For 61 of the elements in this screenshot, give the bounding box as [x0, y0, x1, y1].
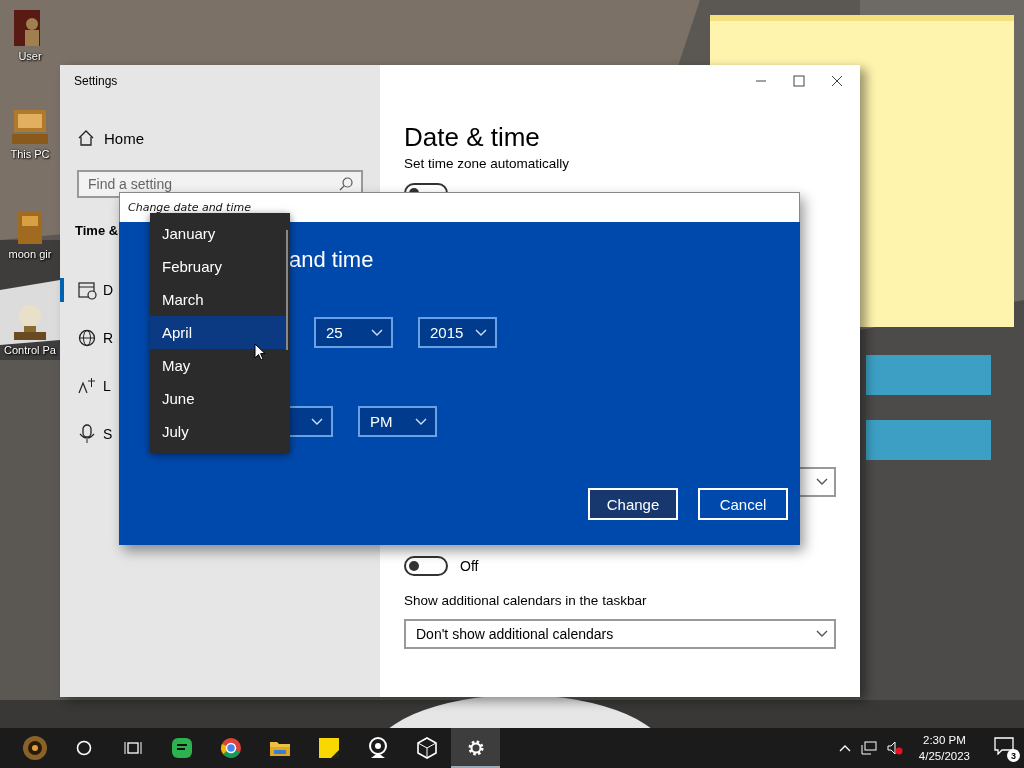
- chevron-down-icon: [816, 630, 828, 638]
- home-icon: [77, 129, 95, 147]
- month-option[interactable]: April: [150, 316, 286, 349]
- dropdown[interactable]: 25: [314, 317, 393, 348]
- globe-icon: [77, 328, 97, 348]
- chevron-down-icon: [371, 328, 383, 337]
- month-option[interactable]: July: [150, 415, 286, 448]
- icon-label: Control Pa: [4, 344, 56, 356]
- page-title: Date & time: [404, 121, 541, 153]
- nav-item[interactable]: S: [103, 426, 113, 442]
- setting-label: Set time zone automatically: [404, 156, 571, 172]
- browser-icon: [219, 737, 242, 759]
- window-title: Settings: [73, 73, 119, 88]
- webcam-icon: [366, 737, 389, 759]
- cube-icon: [415, 737, 438, 759]
- maximize-icon[interactable]: [793, 75, 805, 87]
- icon-label: This PC: [10, 148, 50, 160]
- start-icon: [21, 735, 48, 761]
- month-option[interactable]: January: [150, 217, 286, 250]
- taskbar-button[interactable]: [451, 728, 500, 768]
- change-button[interactable]: Change: [588, 488, 678, 520]
- chevron-down-icon: [311, 417, 323, 426]
- scrollbar-thumb[interactable]: [286, 230, 288, 350]
- microphone-icon: [77, 424, 97, 444]
- chevron-up-icon[interactable]: [838, 744, 851, 752]
- note-icon: [317, 737, 340, 759]
- icon-label: moon gir: [8, 248, 52, 260]
- dropdown[interactable]: 2015: [418, 317, 497, 348]
- dialog-title: Change date and time: [128, 201, 251, 214]
- message-icon: [994, 737, 1014, 755]
- dialog-heading: and time: [289, 246, 374, 274]
- chevron-down-icon: [475, 328, 487, 337]
- nav-item[interactable]: D: [103, 282, 114, 298]
- icon-label: User: [18, 50, 42, 62]
- nav-item[interactable]: R: [103, 330, 114, 346]
- home-link[interactable]: Home: [60, 126, 380, 150]
- section-heading: Time &: [75, 222, 119, 240]
- taskbar-clock[interactable]: 2:30 PM 4/25/2023: [912, 732, 984, 764]
- chat-icon: [170, 737, 193, 759]
- chevron-down-icon: [816, 478, 828, 486]
- month-option[interactable]: February: [150, 250, 286, 283]
- muted-speaker-icon[interactable]: [886, 741, 903, 755]
- setting-label: Show additional calendars in the taskbar: [404, 593, 648, 609]
- dropdown[interactable]: PM: [358, 406, 437, 437]
- month-option[interactable]: May: [150, 349, 286, 382]
- toggle-switch[interactable]: [404, 556, 448, 576]
- cancel-button[interactable]: Cancel: [698, 488, 788, 520]
- chevron-down-icon: [415, 417, 427, 426]
- month-option[interactable]: June: [150, 382, 286, 415]
- calendar-icon: [77, 280, 97, 300]
- search-icon: [74, 739, 93, 757]
- nav-item[interactable]: L: [103, 378, 111, 394]
- search-icon: [339, 177, 353, 191]
- close-icon[interactable]: [831, 75, 843, 87]
- month-option[interactable]: March: [150, 283, 286, 316]
- network-icon[interactable]: [860, 741, 877, 755]
- dropdown[interactable]: Don't show additional calendars: [404, 619, 836, 649]
- language-icon: [77, 376, 97, 396]
- task-view-icon: [123, 739, 142, 757]
- toggle-label: Off: [460, 558, 479, 574]
- cursor-icon: [254, 343, 266, 361]
